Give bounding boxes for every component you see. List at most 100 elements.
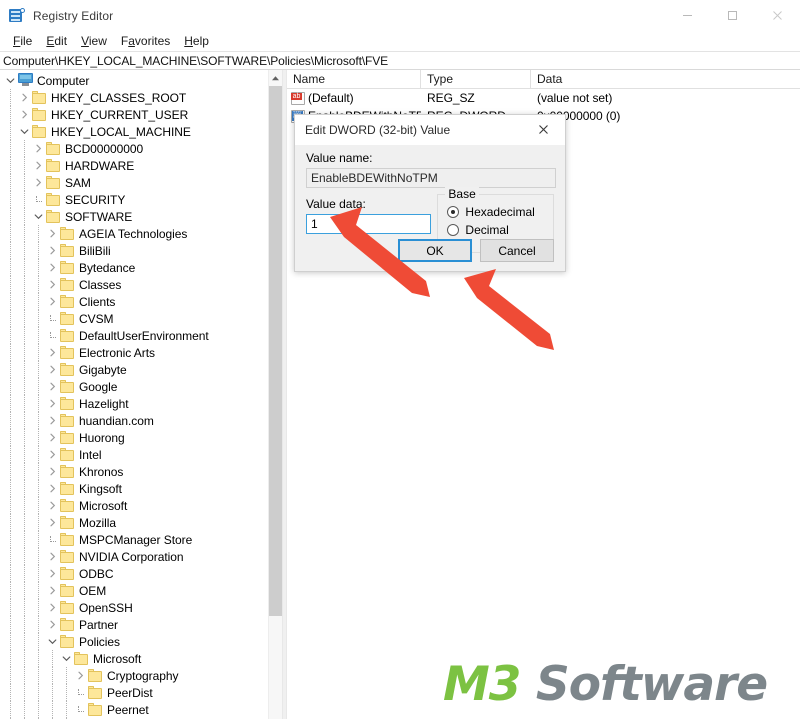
menu-view[interactable]: View	[74, 33, 114, 50]
tree-item-partner[interactable]: Partner	[0, 616, 268, 633]
column-header-type[interactable]: Type	[421, 70, 531, 88]
chevron-right-icon[interactable]	[46, 481, 58, 497]
chevron-right-icon[interactable]	[46, 345, 58, 361]
ok-button[interactable]: OK	[398, 239, 472, 262]
menu-help[interactable]: Help	[177, 33, 216, 50]
tree-guide-line	[24, 616, 25, 633]
tree-item-microsoft[interactable]: Microsoft	[0, 497, 268, 514]
chevron-down-icon[interactable]	[18, 124, 30, 140]
chevron-right-icon[interactable]	[46, 549, 58, 565]
tree-item-ageia-technologies[interactable]: AGEIA Technologies	[0, 225, 268, 242]
chevron-right-icon[interactable]	[46, 515, 58, 531]
radio-decimal[interactable]: Decimal	[438, 223, 553, 237]
chevron-right-icon[interactable]	[18, 90, 30, 106]
tree-guide-line	[24, 242, 25, 259]
close-icon[interactable]	[755, 0, 800, 31]
tree-item-odbc[interactable]: ODBC	[0, 565, 268, 582]
close-icon[interactable]	[521, 115, 565, 144]
tree-item-kingsoft[interactable]: Kingsoft	[0, 480, 268, 497]
chevron-right-icon[interactable]	[32, 158, 44, 174]
chevron-down-icon[interactable]	[32, 209, 44, 225]
tree-item-huorong[interactable]: Huorong	[0, 429, 268, 446]
tree-guide-line	[24, 361, 25, 378]
menu-favorites[interactable]: Favorites	[114, 33, 177, 50]
chevron-right-icon[interactable]	[74, 668, 86, 684]
tree-item-bilibili[interactable]: BiliBili	[0, 242, 268, 259]
chevron-right-icon[interactable]	[46, 447, 58, 463]
tree-item-khronos[interactable]: Khronos	[0, 463, 268, 480]
tree-item-hkey-local-machine[interactable]: HKEY_LOCAL_MACHINE	[0, 123, 268, 140]
tree-item-nvidia-corporation[interactable]: NVIDIA Corporation	[0, 548, 268, 565]
chevron-right-icon[interactable]	[32, 175, 44, 191]
tree-item-label: HARDWARE	[65, 158, 135, 173]
tree-item-peernet[interactable]: Peernet	[0, 701, 268, 718]
chevron-down-icon[interactable]	[60, 651, 72, 667]
value-data-input[interactable]: 1	[306, 214, 431, 234]
tree-item-peerdist[interactable]: PeerDist	[0, 684, 268, 701]
chevron-down-icon[interactable]	[4, 73, 16, 89]
tree-item-hazelight[interactable]: Hazelight	[0, 395, 268, 412]
tree-item-gigabyte[interactable]: Gigabyte	[0, 361, 268, 378]
tree-item-clients[interactable]: Clients	[0, 293, 268, 310]
registry-editor-icon	[9, 7, 25, 24]
chevron-right-icon[interactable]	[46, 260, 58, 276]
chevron-right-icon[interactable]	[46, 277, 58, 293]
chevron-right-icon[interactable]	[46, 498, 58, 514]
chevron-right-icon[interactable]	[46, 413, 58, 429]
tree-item-security[interactable]: SECURITY	[0, 191, 268, 208]
tree-item-hkey-current-user[interactable]: HKEY_CURRENT_USER	[0, 106, 268, 123]
chevron-right-icon[interactable]	[32, 141, 44, 157]
tree-item-bytedance[interactable]: Bytedance	[0, 259, 268, 276]
tree-item-mspcmanager-store[interactable]: MSPCManager Store	[0, 531, 268, 548]
maximize-icon[interactable]	[710, 0, 755, 31]
tree-item-policies[interactable]: Policies	[0, 633, 268, 650]
chevron-right-icon[interactable]	[46, 226, 58, 242]
tree-item-sam[interactable]: SAM	[0, 174, 268, 191]
tree-item-oem[interactable]: OEM	[0, 582, 268, 599]
tree-guide-line	[38, 310, 39, 327]
tree-item-openssh[interactable]: OpenSSH	[0, 599, 268, 616]
chevron-right-icon[interactable]	[46, 379, 58, 395]
value-name-input[interactable]: EnableBDEWithNoTPM	[306, 168, 556, 188]
tree-item-software[interactable]: SOFTWARE	[0, 208, 268, 225]
address-bar[interactable]: Computer\HKEY_LOCAL_MACHINE\SOFTWARE\Pol…	[0, 51, 800, 70]
value-row[interactable]: ab (Default) REG_SZ (value not set)	[287, 89, 800, 107]
registry-tree-pane[interactable]: Computer HKEY_CLASSES_ROOT HKEY_CURRENT_US…	[0, 70, 268, 719]
chevron-down-icon[interactable]	[46, 634, 58, 650]
chevron-right-icon[interactable]	[18, 107, 30, 123]
chevron-right-icon[interactable]	[46, 617, 58, 633]
tree-item-hkey-classes-root[interactable]: HKEY_CLASSES_ROOT	[0, 89, 268, 106]
tree-item-electronic-arts[interactable]: Electronic Arts	[0, 344, 268, 361]
menu-file[interactable]: File	[6, 33, 39, 50]
column-header-name[interactable]: Name	[287, 70, 421, 88]
tree-item-defaultuserenvironment[interactable]: DefaultUserEnvironment	[0, 327, 268, 344]
chevron-right-icon[interactable]	[46, 583, 58, 599]
tree-item-huandian-com[interactable]: huandian.com	[0, 412, 268, 429]
radio-hexadecimal[interactable]: Hexadecimal	[438, 205, 553, 219]
tree-item-cryptography[interactable]: Cryptography	[0, 667, 268, 684]
tree-item-classes[interactable]: Classes	[0, 276, 268, 293]
tree-item-cvsm[interactable]: CVSM	[0, 310, 268, 327]
chevron-right-icon[interactable]	[46, 294, 58, 310]
tree-item-computer[interactable]: Computer	[0, 72, 268, 89]
chevron-right-icon[interactable]	[46, 396, 58, 412]
chevron-up-icon[interactable]	[269, 70, 282, 86]
chevron-right-icon[interactable]	[46, 430, 58, 446]
tree-scrollbar-thumb[interactable]	[269, 86, 282, 616]
chevron-right-icon[interactable]	[46, 362, 58, 378]
cancel-button[interactable]: Cancel	[480, 239, 554, 262]
tree-scrollbar[interactable]	[268, 70, 282, 719]
tree-item-microsoft[interactable]: Microsoft	[0, 650, 268, 667]
menu-edit[interactable]: Edit	[39, 33, 74, 50]
tree-item-intel[interactable]: Intel	[0, 446, 268, 463]
chevron-right-icon[interactable]	[46, 464, 58, 480]
tree-item-google[interactable]: Google	[0, 378, 268, 395]
column-header-data[interactable]: Data	[531, 70, 800, 88]
minimize-icon[interactable]	[665, 0, 710, 31]
tree-item-mozilla[interactable]: Mozilla	[0, 514, 268, 531]
chevron-right-icon[interactable]	[46, 243, 58, 259]
chevron-right-icon[interactable]	[46, 566, 58, 582]
chevron-right-icon[interactable]	[46, 600, 58, 616]
tree-item-bcd00000000[interactable]: BCD00000000	[0, 140, 268, 157]
tree-item-hardware[interactable]: HARDWARE	[0, 157, 268, 174]
